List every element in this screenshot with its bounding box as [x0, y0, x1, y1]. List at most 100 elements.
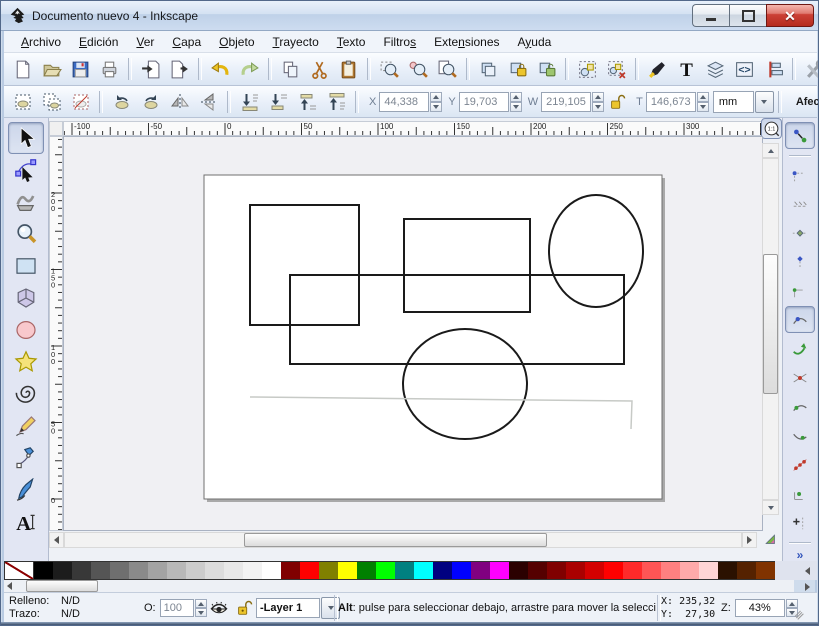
close-button[interactable]: ✕ [766, 4, 814, 27]
palette-swatch-32[interactable] [623, 561, 642, 580]
x-input[interactable]: 44,338 [379, 91, 430, 112]
tool-zoom-button[interactable] [8, 218, 44, 250]
palette-swatch-4[interactable] [91, 561, 110, 580]
import-button[interactable] [136, 55, 165, 84]
tool-pencil-button[interactable] [8, 410, 44, 442]
xml-editor-button[interactable]: <> [730, 55, 759, 84]
palette-swatch-15[interactable] [300, 561, 319, 580]
snap-enable-button[interactable] [785, 122, 815, 149]
tool-pen-button[interactable] [8, 442, 44, 474]
clone-button[interactable] [503, 55, 532, 84]
palette-swatch-35[interactable] [680, 561, 699, 580]
canvas-viewport[interactable] [63, 136, 763, 531]
palette-swatch-9[interactable] [186, 561, 205, 580]
flip-h-button[interactable] [165, 87, 194, 116]
tool-ellipse-button[interactable] [8, 314, 44, 346]
minimize-button[interactable] [692, 4, 729, 27]
menu-extensiones[interactable]: Extensiones [425, 33, 508, 51]
sticky-zoom-button[interactable]: 1:1 [761, 118, 782, 139]
snap-bbox-mid-button[interactable] [785, 219, 815, 246]
tool-star-button[interactable] [8, 346, 44, 378]
palette-swatch-8[interactable] [167, 561, 186, 580]
palette-swatch-37[interactable] [718, 561, 737, 580]
palette-swatch-16[interactable] [319, 561, 338, 580]
menu-archivo[interactable]: Archivo [12, 33, 70, 51]
palette-swatch-1[interactable] [34, 561, 53, 580]
palette-swatch-14[interactable] [281, 561, 300, 580]
snap-arc2-button[interactable] [785, 422, 815, 449]
w-input[interactable]: 219,105 [541, 91, 592, 112]
current-layer-selector[interactable]: -Layer 1 [256, 593, 340, 623]
layers-dialog-button[interactable] [701, 55, 730, 84]
w-spinner[interactable] [592, 91, 605, 112]
palette-swatch-21[interactable] [414, 561, 433, 580]
flip-v-button[interactable] [194, 87, 223, 116]
lock-ratio-button[interactable] [604, 87, 630, 116]
align-dialog-button[interactable] [759, 55, 788, 84]
snap-beads-button[interactable] [785, 451, 815, 478]
vscroll-thumb[interactable] [763, 254, 778, 394]
palette-scrollbar[interactable] [4, 580, 794, 592]
y-input[interactable]: 19,703 [458, 91, 509, 112]
select-all-button[interactable] [8, 87, 37, 116]
open-button[interactable] [37, 55, 66, 84]
snap-node-button[interactable] [785, 248, 815, 275]
h-spinner[interactable] [696, 91, 709, 112]
palette-swatch-3[interactable] [72, 561, 91, 580]
fill-stroke-button[interactable] [643, 55, 672, 84]
preferences-button[interactable] [800, 55, 818, 84]
snap-corner-button[interactable] [785, 277, 815, 304]
hscroll-right-button[interactable] [742, 532, 757, 548]
menu-capa[interactable]: Capa [163, 33, 210, 51]
menu-trayecto[interactable]: Trayecto [264, 33, 328, 51]
tool-tweak-button[interactable] [8, 186, 44, 218]
layer-lock-button[interactable] [235, 593, 253, 623]
vertical-ruler[interactable]: 200150100500 [49, 136, 63, 531]
palette-swatch-10[interactable] [205, 561, 224, 580]
deselect-button[interactable] [66, 87, 95, 116]
palette-swatch-2[interactable] [53, 561, 72, 580]
palette-swatch-20[interactable] [395, 561, 414, 580]
vscroll-up-button[interactable] [762, 143, 779, 158]
save-button[interactable] [66, 55, 95, 84]
palette-swatch-11[interactable] [224, 561, 243, 580]
tool-node-button[interactable] [8, 154, 44, 186]
snap-bbox-edge-button[interactable] [785, 190, 815, 217]
zoom-page-button[interactable] [433, 55, 462, 84]
lower-bottom-button[interactable] [235, 87, 264, 116]
snap-path-button[interactable] [785, 306, 815, 333]
vscroll-down-button[interactable] [762, 500, 779, 515]
maximize-button[interactable] [729, 4, 766, 27]
lower-button[interactable] [264, 87, 293, 116]
menu-objeto[interactable]: Objeto [210, 33, 263, 51]
y-spinner[interactable] [509, 91, 522, 112]
opacity-spinner[interactable] [194, 599, 207, 617]
menu-ayuda[interactable]: Ayuda [509, 33, 561, 51]
raise-top-button[interactable] [322, 87, 351, 116]
snap-grid-button[interactable] [785, 509, 815, 536]
hscroll-thumb[interactable] [244, 533, 547, 547]
snap-intersection-button[interactable] [785, 364, 815, 391]
horizontal-ruler[interactable]: -100-50050100150200250300350 [63, 121, 763, 136]
palette-swatch-33[interactable] [642, 561, 661, 580]
fill-stroke-indicator[interactable]: Relleno: N/D Trazo: N/D [9, 593, 80, 623]
palette-swatch-36[interactable] [699, 561, 718, 580]
tool-3dbox-button[interactable] [8, 282, 44, 314]
palette-swatch-13[interactable] [262, 561, 281, 580]
unlink-clone-button[interactable] [532, 55, 561, 84]
palette-swatch-30[interactable] [585, 561, 604, 580]
palette-swatch-39[interactable] [756, 561, 775, 580]
palette-swatch-38[interactable] [737, 561, 756, 580]
snapbar-overflow-button[interactable]: » [797, 548, 804, 562]
unit-dropdown-button[interactable] [754, 90, 774, 113]
undo-button[interactable] [206, 55, 235, 84]
palette-swatch-31[interactable] [604, 561, 623, 580]
tool-select-button[interactable] [8, 122, 44, 154]
menu-edición[interactable]: Edición [70, 33, 127, 51]
palette-swatch-6[interactable] [129, 561, 148, 580]
print-button[interactable] [95, 55, 124, 84]
rotate-ccw-button[interactable] [107, 87, 136, 116]
copy-button[interactable] [276, 55, 305, 84]
palette-swatch-5[interactable] [110, 561, 129, 580]
menu-ver[interactable]: Ver [127, 33, 163, 51]
